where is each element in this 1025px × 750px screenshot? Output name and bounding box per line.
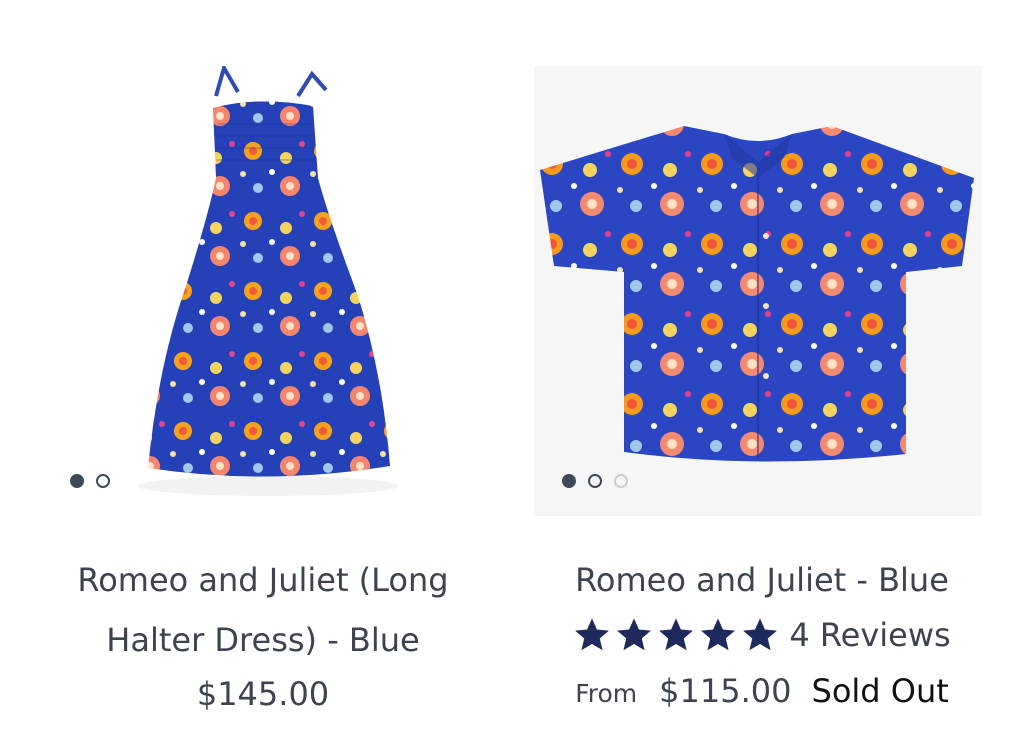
dress-illustration [138,66,398,496]
product-title[interactable]: Romeo and Juliet (Long Halter Dress) - B… [28,550,498,670]
star-icon [701,618,736,651]
product-card-shirt[interactable]: Romeo and Juliet - Blue 4 Reviews From $… [512,0,1012,750]
carousel-dot-1[interactable] [70,474,84,488]
rating-row: 4 Reviews [512,606,1012,664]
carousel-dot-3[interactable] [614,474,628,488]
product-price: $145.00 [196,675,330,713]
star-icon [659,618,694,651]
star-icon [575,618,610,651]
carousel-dot-2[interactable] [96,474,110,488]
star-rating [573,616,779,654]
product-image-dress[interactable] [28,66,498,516]
product-image-shirt[interactable] [534,66,982,516]
reviews-link[interactable]: 4 Reviews [789,606,950,664]
star-icon [743,618,778,651]
product-title[interactable]: Romeo and Juliet - Blue [512,550,1012,610]
price-from-label: From [575,679,638,708]
product-card-dress[interactable]: Romeo and Juliet (Long Halter Dress) - B… [28,0,528,750]
carousel-dots [562,474,628,488]
product-price: $115.00 [659,672,792,710]
star-icon [617,618,652,651]
carousel-dot-1[interactable] [562,474,576,488]
price-row: From $115.00 Sold Out [512,672,1012,710]
carousel-dot-2[interactable] [588,474,602,488]
shirt-illustration [540,126,974,462]
carousel-dots [70,474,110,488]
sold-out-badge: Sold Out [811,672,949,710]
